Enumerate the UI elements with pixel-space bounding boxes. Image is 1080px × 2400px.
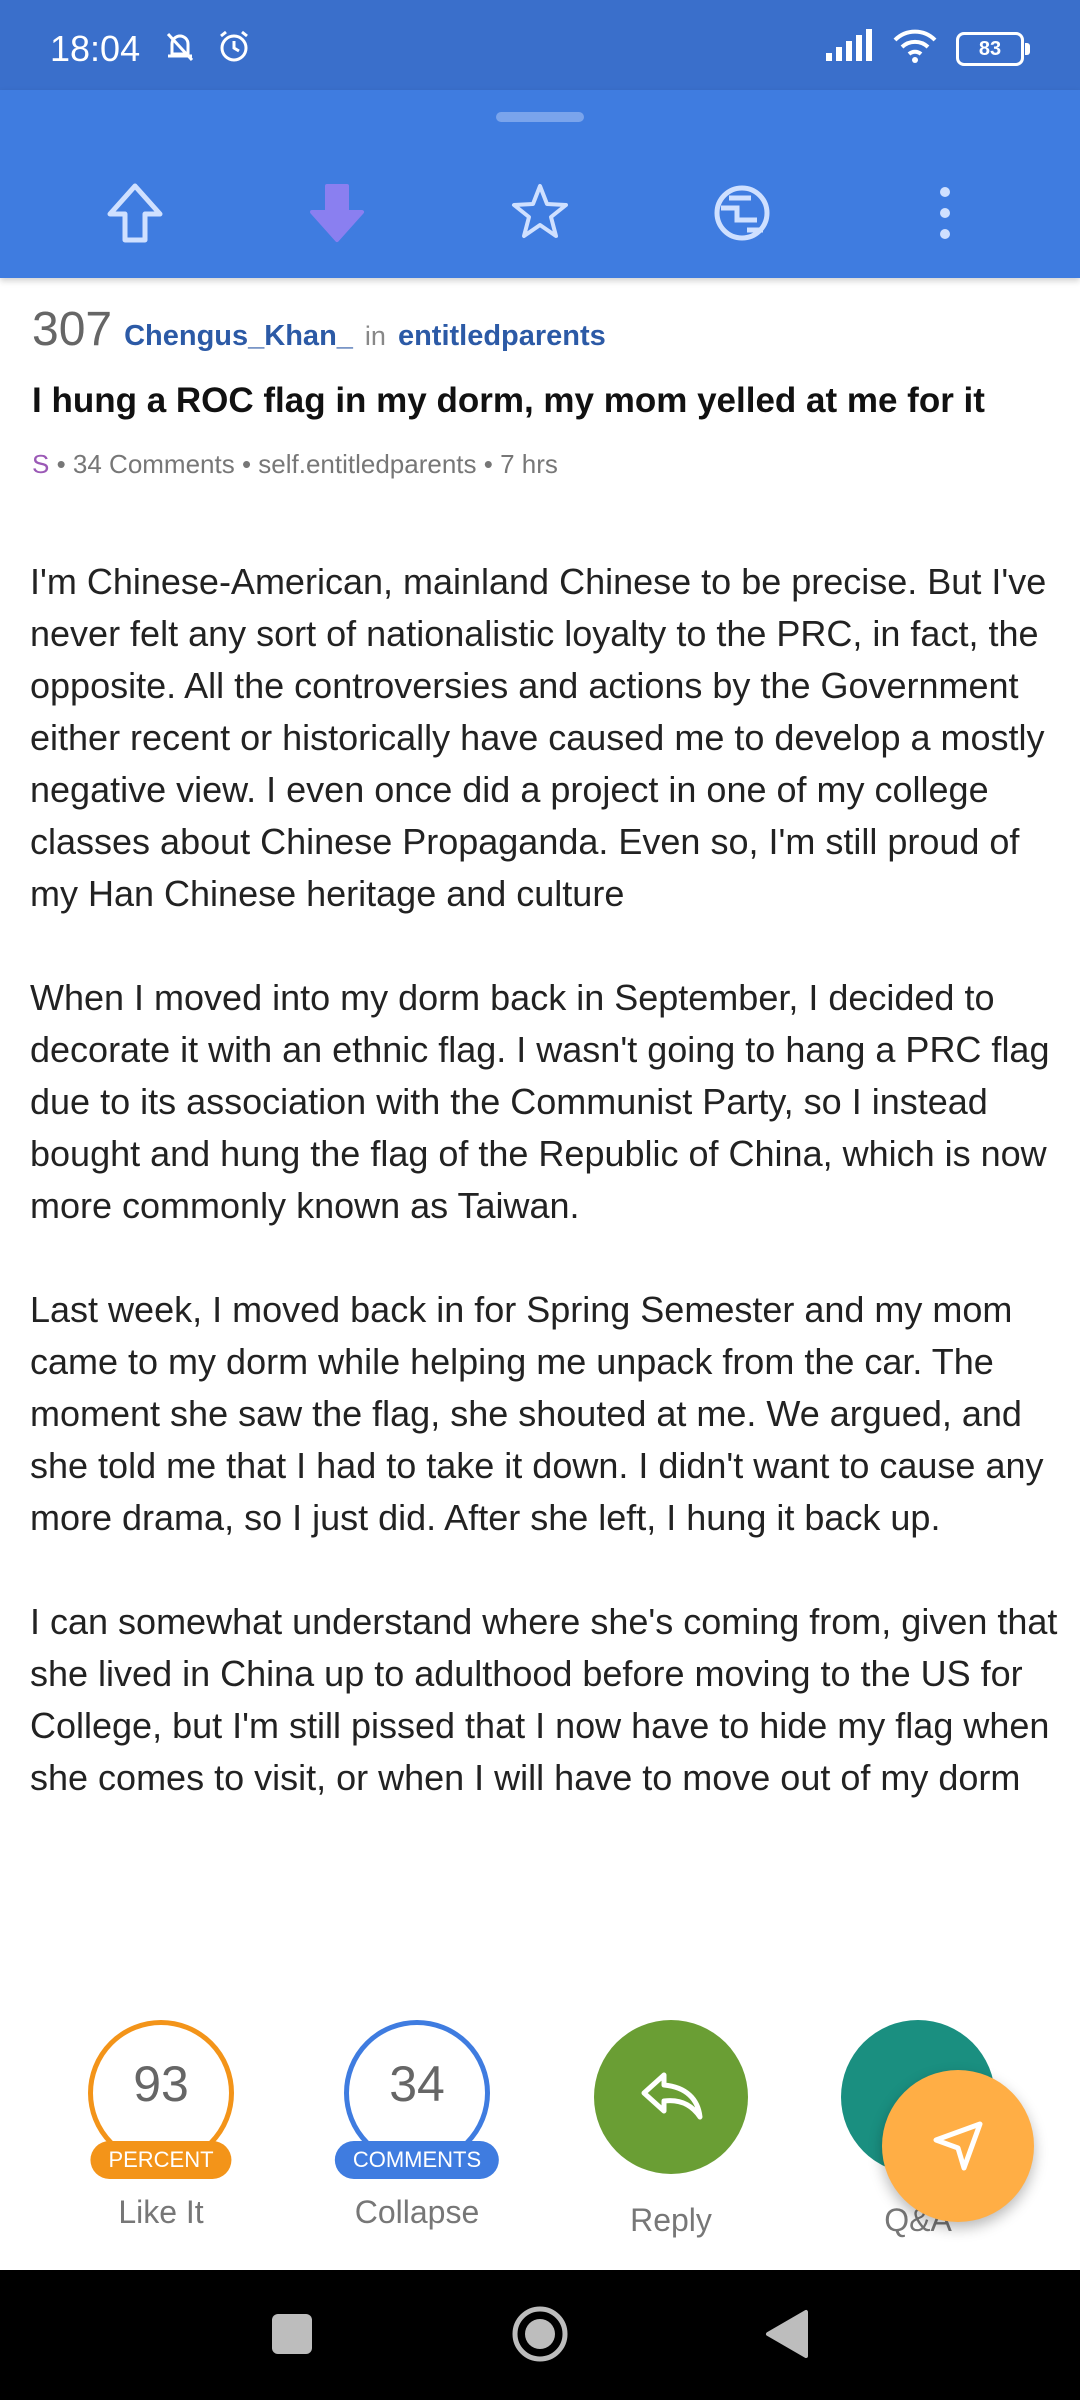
mute-icon [160,26,200,71]
body-paragraph: I can somewhat understand where she's co… [30,1601,1058,1798]
post-toolbar [0,90,1080,278]
send-icon [926,2112,990,2181]
body-paragraph: Last week, I moved back in for Spring Se… [30,1289,1044,1538]
square-icon [270,2312,314,2361]
comments-pill: COMMENTS [334,2141,500,2179]
upvote-icon[interactable] [90,168,180,258]
post-subreddit[interactable]: entitledparents [398,320,606,353]
recents-button[interactable] [262,2306,322,2366]
collapse-button[interactable]: 34 COMMENTS Collapse [334,2020,500,2231]
post-info-text: • 34 Comments • self.entitledparents • 7… [49,449,558,479]
battery-icon: 83 [956,31,1030,66]
downvote-icon[interactable] [292,168,382,258]
reply-button[interactable]: Reply [591,2020,751,2239]
home-button[interactable] [510,2306,570,2366]
post-info: S • 34 Comments • self.entitledparents •… [32,449,1048,480]
back-button[interactable] [756,2306,816,2366]
drag-handle[interactable] [496,112,584,122]
reply-label: Reply [630,2202,712,2238]
post-title: I hung a ROC flag in my dorm, my mom yel… [32,381,985,420]
post-score: 307 [32,303,113,356]
signal-icon [824,29,874,68]
reply-circle [594,2020,748,2174]
body-paragraph: I'm Chinese-American, mainland Chinese t… [30,561,1047,914]
percent-pill: PERCENT [90,2141,232,2179]
comments-ring: 34 COMMENTS [334,2020,500,2179]
status-bar: 18:04 83 [0,0,1080,90]
like-percent-value: 93 [133,2056,189,2112]
collapse-label: Collapse [354,2194,480,2230]
star-icon[interactable] [495,168,585,258]
more-icon[interactable] [900,168,990,258]
status-time: 18:04 [50,28,141,69]
body-paragraph: When I moved into my dorm back in Septem… [30,977,1050,1226]
back-triangle-icon [762,2308,810,2365]
alarm-icon [214,26,254,71]
post-flair: S [32,449,50,479]
like-it-button[interactable]: 93 PERCENT Like It [81,2020,241,2231]
system-nav-bar [0,2270,1080,2400]
reply-icon [636,2065,706,2130]
like-ring: 93 PERCENT [88,2020,234,2179]
post-author[interactable]: Chengus_Khan_ [124,320,353,353]
post-body: I'm Chinese-American, mainland Chinese t… [30,556,1060,1856]
post-header: 307 Chengus_Khan_ in entitledparents I h… [32,302,1048,480]
globe-icon[interactable] [697,168,787,258]
in-label: in [364,321,386,351]
send-fab[interactable] [882,2070,1034,2222]
comments-count: 34 [389,2056,445,2112]
home-circle-icon [510,2304,570,2369]
wifi-icon [892,28,938,69]
like-it-label: Like It [118,2194,204,2230]
